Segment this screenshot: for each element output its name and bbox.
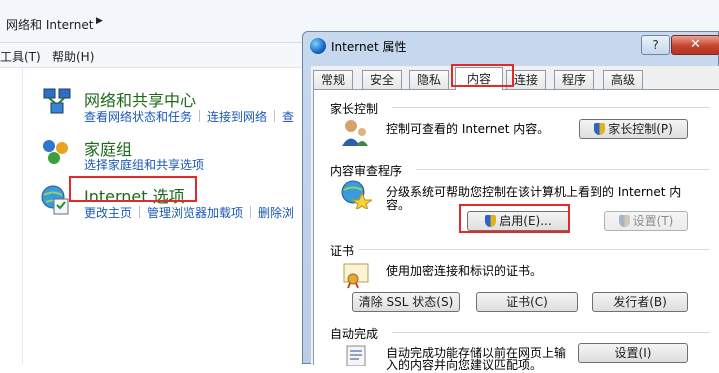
homegroup-icon — [43, 140, 68, 164]
network-icon — [43, 88, 71, 114]
group-divider — [392, 107, 710, 108]
dialog-title: Internet 属性 — [331, 40, 407, 54]
autocomplete-text-line2: 入的内容并向您建议匹配项。 — [386, 358, 543, 372]
category-network-links: 查看网络状态和任务 连接到网络 查 — [84, 108, 294, 125]
parental-controls-icon — [342, 120, 368, 146]
help-button[interactable]: ? — [641, 35, 670, 55]
link-homegroup-options[interactable]: 选择家庭组和共享选项 — [84, 158, 204, 172]
uac-shield-icon — [618, 215, 630, 227]
certificate-icon — [343, 263, 369, 289]
tab-programs[interactable]: 程序 — [554, 70, 594, 89]
menu-help[interactable]: 帮助(H) — [52, 48, 94, 65]
group-divider — [392, 332, 710, 333]
breadcrumb[interactable]: 网络和 Internet — [6, 16, 93, 33]
parental-controls-button[interactable]: 家长控制(P) — [579, 119, 688, 139]
highlight-internet-options — [69, 176, 197, 202]
nav-divider — [22, 68, 23, 364]
content-advisor-title: 内容审查程序 — [330, 164, 403, 178]
category-homegroup-links: 选择家庭组和共享选项 — [84, 156, 204, 173]
tab-general[interactable]: 常规 — [313, 70, 353, 89]
link-delete-history-truncated[interactable]: 删除浏 — [258, 206, 294, 220]
parental-controls-title: 家长控制 — [330, 102, 379, 116]
link-separator — [139, 206, 141, 218]
chevron-right-icon[interactable]: ▶ — [96, 16, 103, 26]
certificates-title: 证书 — [330, 244, 355, 258]
highlight-enable-button — [459, 204, 570, 233]
autocomplete-icon — [346, 345, 366, 366]
link-connect-network[interactable]: 连接到网络 — [207, 110, 267, 124]
link-separator — [250, 206, 252, 218]
content-advisor-text-line2: 容。 — [386, 198, 411, 212]
link-change-homepage[interactable]: 更改主页 — [84, 206, 132, 220]
content-advisor-text-line1: 分级系统可帮助您控制在该计算机上看到的 Internet 内 — [386, 185, 682, 199]
advisor-settings-button[interactable]: 设置(T) — [604, 211, 688, 231]
internet-globe-icon — [310, 38, 326, 54]
certificates-button[interactable]: 证书(C) — [476, 292, 578, 312]
link-view-network-status[interactable]: 查看网络状态和任务 — [84, 110, 192, 124]
publishers-button[interactable]: 发行者(B) — [592, 292, 688, 312]
certificates-text: 使用加密连接和标识的证书。 — [386, 264, 543, 278]
group-divider — [358, 249, 710, 250]
advisor-settings-button-label: 设置(T) — [632, 214, 674, 228]
content-advisor-icon — [341, 180, 372, 209]
parental-controls-text: 控制可查看的 Internet 内容。 — [386, 122, 550, 136]
highlight-content-tab — [451, 64, 514, 87]
close-button[interactable]: ✕ — [671, 35, 719, 55]
menu-tools[interactable]: 工具(T) — [0, 48, 41, 65]
link-separator — [274, 110, 276, 122]
parental-controls-button-label: 家长控制(P) — [608, 122, 673, 136]
link-truncated[interactable]: 查 — [282, 110, 294, 124]
category-internet-options-links: 更改主页 管理浏览器加载项 删除浏 — [84, 204, 294, 221]
tab-privacy[interactable]: 隐私 — [409, 70, 449, 89]
tab-advanced[interactable]: 高级 — [603, 70, 643, 89]
autocomplete-settings-button[interactable]: 设置(I) — [578, 343, 688, 363]
autocomplete-title: 自动完成 — [330, 327, 379, 341]
uac-shield-icon — [594, 123, 606, 135]
link-manage-addons[interactable]: 管理浏览器加载项 — [147, 206, 243, 220]
link-separator — [199, 110, 201, 122]
group-divider — [416, 169, 710, 170]
clear-ssl-state-button[interactable]: 清除 SSL 状态(S) — [352, 292, 460, 312]
tab-security[interactable]: 安全 — [362, 70, 402, 89]
